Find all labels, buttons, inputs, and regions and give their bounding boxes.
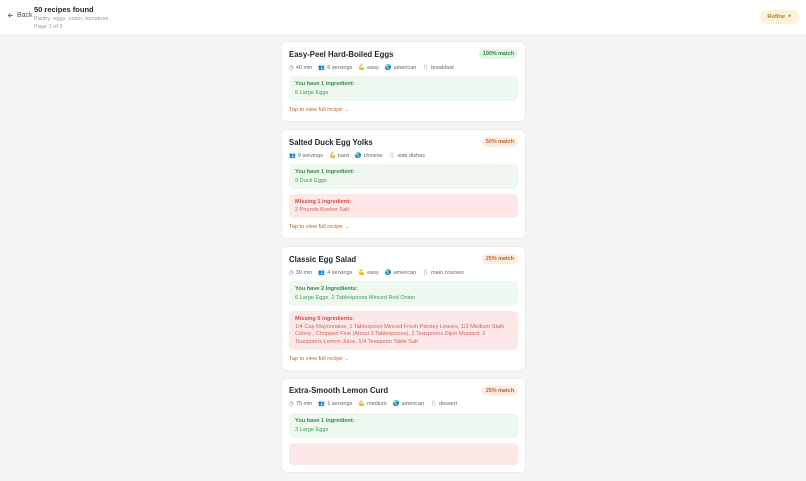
muscle-icon: 💪 — [358, 401, 366, 408]
cuisine-label: chinese — [363, 152, 383, 159]
have-list: 3 Large Eggs — [295, 426, 329, 433]
course-label: main courses — [431, 269, 464, 276]
course-label: dessert — [439, 401, 458, 408]
utensils-icon: 🍴 — [422, 64, 430, 71]
recipe-card[interactable]: Salted Duck Egg Yolks 50% match 👥 9 servi… — [282, 130, 525, 239]
time-label: 30 min — [295, 269, 313, 276]
have-label: You have 1 ingredient: — [295, 81, 355, 87]
recipe-meta: 👥 9 servings 💪 hard 🌏 chinese 🍴 side dishes — [289, 151, 518, 160]
have-ingredients-box: You have 1 ingredient: 3 Large Eggs — [289, 412, 518, 438]
recipe-card[interactable]: Easy-Peel Hard-Boiled Eggs 100% match ◷ 4… — [282, 42, 525, 121]
recipe-meta: ◷ 30 min 👥 4 servings 💪 easy 🌏 american 🍴 mai… — [289, 268, 518, 277]
recipe-meta: ◷ 40 min 👥 6 servings 💪 easy 🌏 american 🍴 bre… — [289, 63, 518, 72]
globe-icon: 🌏 — [354, 152, 362, 159]
view-recipe-link[interactable]: Tap to view full recipe → — [289, 356, 518, 363]
have-label: You have 1 ingredient: — [295, 417, 355, 424]
match-badge: 100% match — [478, 49, 518, 59]
recipe-title: Salted Duck Egg Yolks — [289, 137, 373, 147]
difficulty-label: medium — [367, 401, 387, 408]
servings-label: 4 servings — [327, 269, 353, 276]
muscle-icon: 💪 — [358, 269, 366, 276]
back-label: Back — [17, 12, 33, 19]
missing-list: 2 Pounds Kosher Salt — [295, 207, 350, 213]
results-summary: 50 recipes found Pantry: eggs, onion, to… — [34, 5, 108, 31]
servings-label: 9 servings — [297, 152, 323, 159]
arrow-left-icon — [7, 13, 14, 18]
have-label: You have 2 ingredients: — [295, 286, 358, 293]
have-ingredients-box: You have 2 ingredients: 6 Large Eggs, 2 … — [289, 281, 518, 307]
globe-icon: 🌏 — [384, 269, 392, 276]
clock-icon: ◷ — [289, 269, 294, 276]
missing-ingredients-box: Missing 6 ingredients: 1/4 Cup Mayonnais… — [289, 311, 518, 350]
have-list: 6 Large Eggs — [295, 90, 329, 96]
view-recipe-link[interactable]: Tap to view full recipe → — [289, 224, 518, 231]
match-badge: 50% match — [481, 137, 518, 147]
people-icon: 👥 — [318, 401, 326, 408]
time-label: 40 min — [295, 64, 313, 71]
missing-list: 1/4 Cup Mayonnaise, 1 Tablespoon Minced … — [295, 324, 505, 345]
difficulty-label: hard — [337, 152, 349, 159]
view-recipe-link[interactable]: Tap to view full recipe → — [289, 107, 518, 114]
muscle-icon: 💪 — [328, 152, 336, 159]
pantry-summary: Pantry: eggs, onion, tomatoes — [34, 16, 109, 22]
cuisine-label: american — [393, 269, 417, 276]
missing-ingredients-box: Missing 1 ingredient: 2 Pounds Kosher Sa… — [289, 194, 518, 219]
globe-icon: 🌏 — [384, 64, 392, 71]
cuisine-label: american — [393, 64, 417, 71]
have-ingredients-box: You have 1 ingredient: 6 Large Eggs — [289, 76, 518, 101]
recipe-card[interactable]: Classic Egg Salad 25% match ◷ 30 min 👥 4 s… — [282, 247, 525, 370]
clock-icon: ◷ — [289, 64, 294, 71]
clock-icon: ◷ — [289, 401, 294, 408]
course-label: breakfast — [431, 64, 454, 71]
refine-button[interactable]: Refine ✦ — [760, 10, 799, 24]
have-ingredients-box: You have 1 ingredient: 9 Duck Eggs — [289, 164, 518, 189]
sparkle-icon: ✦ — [787, 14, 792, 20]
recipe-meta: ◷ 75 min 👥 1 servings 💪 medium 🌏 american 🍴 d… — [289, 400, 518, 409]
people-icon: 👥 — [289, 152, 296, 159]
utensils-icon: 🍴 — [430, 401, 438, 408]
time-label: 75 min — [295, 401, 313, 408]
refine-label: Refine — [767, 14, 786, 20]
missing-label: Missing 6 ingredients: — [295, 316, 355, 323]
utensils-icon: 🍴 — [388, 152, 396, 159]
people-icon: 👥 — [318, 269, 326, 276]
difficulty-label: easy — [367, 64, 379, 71]
recipe-card[interactable]: Extra-Smooth Lemon Curd 25% match ◷ 75 mi… — [282, 378, 525, 472]
servings-label: 1 servings — [327, 401, 353, 408]
missing-label: Missing 1 ingredient: — [295, 199, 351, 205]
back-button[interactable]: Back — [7, 12, 33, 19]
recipe-title: Extra-Smooth Lemon Curd — [289, 386, 389, 396]
page-title: 50 recipes found — [34, 5, 94, 14]
have-list: 9 Duck Eggs — [295, 178, 327, 184]
people-icon: 👥 — [318, 64, 326, 71]
missing-ingredients-box — [289, 442, 518, 465]
top-bar: Back 50 recipes found Pantry: eggs, onio… — [0, 0, 806, 35]
muscle-icon: 💪 — [358, 64, 366, 71]
have-label: You have 1 ingredient: — [295, 169, 355, 175]
page-indicator: Page 1 of 3 — [34, 24, 63, 30]
have-list: 6 Large Eggs, 2 Tablespoons Minced Red O… — [295, 295, 416, 302]
match-badge: 25% match — [481, 385, 518, 396]
cuisine-label: american — [401, 401, 425, 408]
difficulty-label: easy — [367, 269, 379, 276]
course-label: side dishes — [397, 152, 426, 159]
recipe-list: Easy-Peel Hard-Boiled Eggs 100% match ◷ 4… — [282, 42, 525, 481]
recipe-title: Easy-Peel Hard-Boiled Eggs — [289, 49, 394, 59]
servings-label: 6 servings — [327, 64, 353, 71]
globe-icon: 🌏 — [392, 401, 400, 408]
utensils-icon: 🍴 — [422, 269, 430, 276]
recipe-title: Classic Egg Salad — [289, 254, 357, 264]
match-badge: 25% match — [481, 254, 518, 265]
